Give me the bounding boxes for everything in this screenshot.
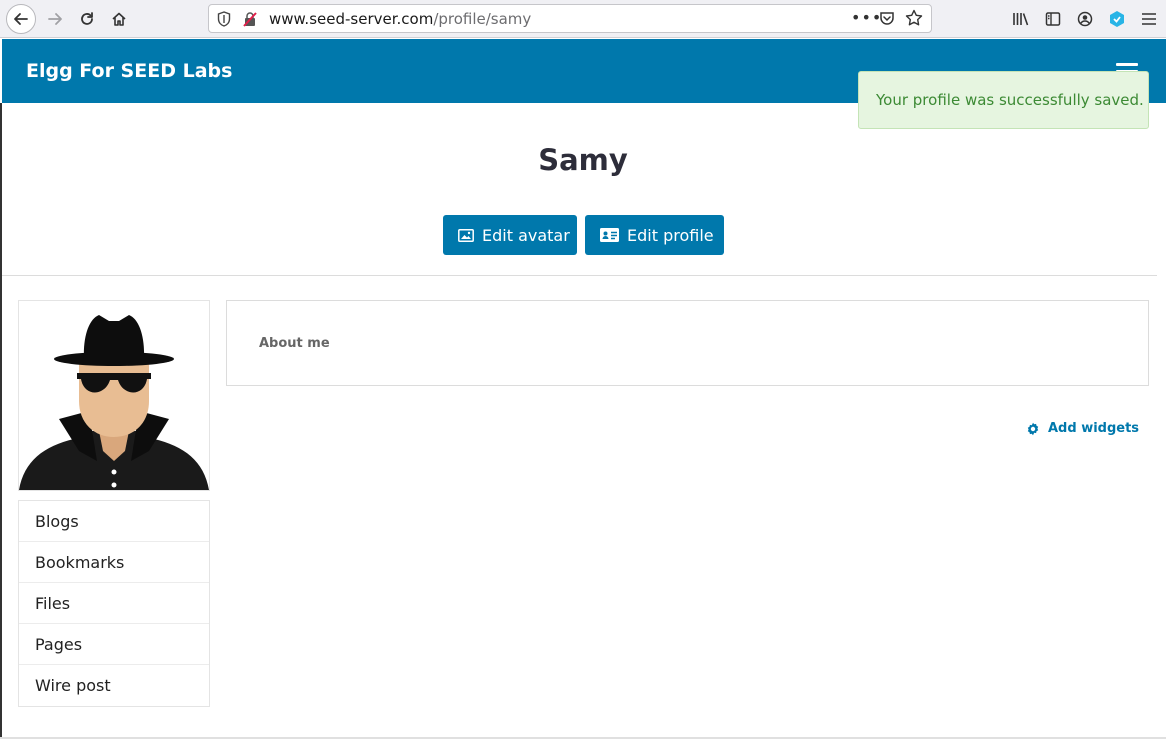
edit-profile-label: Edit profile — [627, 225, 714, 245]
sidebar-item-bookmarks[interactable]: Bookmarks — [19, 542, 209, 583]
edit-avatar-button[interactable]: Edit avatar — [443, 215, 577, 255]
edit-profile-button[interactable]: Edit profile — [585, 215, 724, 255]
insecure-lock-icon[interactable] — [243, 11, 257, 27]
url-bar[interactable]: www.seed-server.com/profile/samy ••• — [208, 4, 932, 33]
sidebar-item-files[interactable]: Files — [19, 583, 209, 624]
account-icon — [1077, 11, 1093, 27]
extension-icon — [1110, 11, 1124, 27]
home-icon — [112, 12, 126, 26]
spy-avatar-image — [19, 301, 209, 490]
library-button[interactable] — [1011, 9, 1031, 29]
sidebar-item-wire-post[interactable]: Wire post — [19, 665, 209, 706]
forward-icon — [48, 13, 62, 25]
reload-button[interactable] — [72, 4, 102, 34]
about-me-title: About me — [259, 336, 330, 351]
sidebar-button[interactable] — [1043, 9, 1063, 29]
success-notification[interactable]: Your profile was successfully saved. — [858, 71, 1149, 129]
shield-icon[interactable] — [217, 11, 231, 27]
header-divider — [2, 275, 1157, 276]
owner-block-menu: Blogs Bookmarks Files Pages Wire post — [18, 500, 210, 707]
library-icon — [1013, 13, 1029, 26]
back-button[interactable] — [6, 4, 36, 34]
url-path: /profile/samy — [433, 10, 532, 28]
page-left-border — [0, 103, 2, 739]
forward-button[interactable] — [40, 4, 70, 34]
back-icon — [14, 13, 28, 25]
edit-avatar-label: Edit avatar — [482, 225, 570, 245]
site-title-link[interactable]: Elgg For SEED Labs — [26, 60, 232, 82]
menu-icon — [1142, 13, 1156, 25]
page-title: Samy — [538, 143, 628, 177]
browser-toolbar: www.seed-server.com/profile/samy ••• — [0, 0, 1166, 38]
sidebar-icon — [1045, 12, 1061, 26]
reload-icon — [81, 12, 93, 25]
sidebar-item-pages[interactable]: Pages — [19, 624, 209, 665]
id-card-icon — [600, 228, 619, 242]
page-actions-menu[interactable]: ••• — [851, 8, 882, 27]
account-button[interactable] — [1075, 9, 1095, 29]
url-host: www.seed-server.com — [269, 10, 434, 28]
add-widgets-label: Add widgets — [1048, 421, 1140, 436]
url-text[interactable]: www.seed-server.com/profile/samy — [269, 10, 531, 28]
app-menu-button[interactable] — [1139, 9, 1159, 29]
pocket-icon[interactable] — [879, 10, 895, 26]
image-icon — [458, 228, 474, 242]
extension-button[interactable] — [1107, 9, 1127, 29]
add-widgets-link[interactable]: Add widgets — [1026, 421, 1139, 436]
profile-avatar[interactable] — [18, 300, 210, 491]
home-button[interactable] — [104, 4, 134, 34]
gear-icon — [1026, 422, 1040, 436]
sidebar-item-blogs[interactable]: Blogs — [19, 501, 209, 542]
star-icon[interactable] — [905, 9, 923, 27]
about-me-module: About me — [226, 300, 1149, 386]
